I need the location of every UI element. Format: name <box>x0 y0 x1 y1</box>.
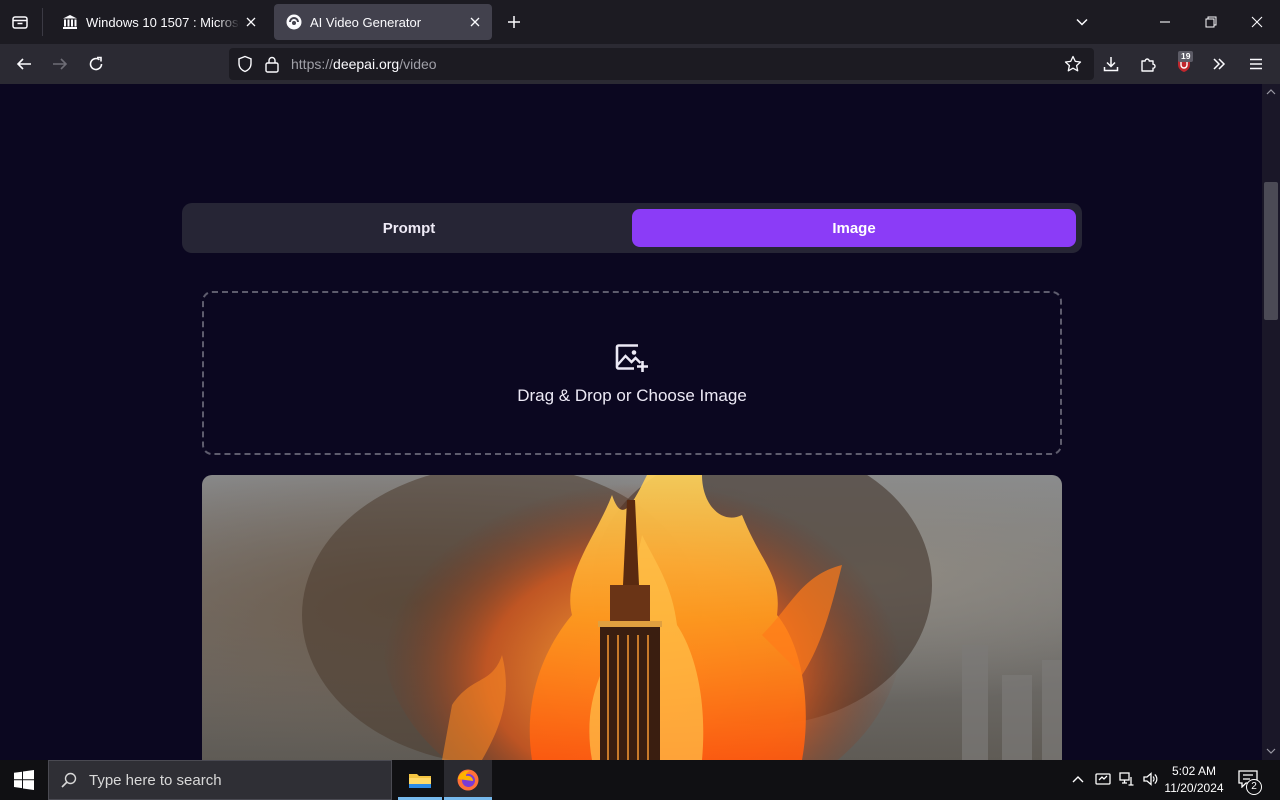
url-path: /video <box>399 56 437 72</box>
scroll-down-arrow-icon[interactable] <box>1266 747 1276 755</box>
tab-separator <box>42 8 43 36</box>
volume-icon[interactable] <box>1142 771 1158 787</box>
back-arrow-icon[interactable] <box>8 48 40 80</box>
notification-count-badge: 2 <box>1246 779 1262 795</box>
clock-date: 11/20/2024 <box>1164 781 1224 795</box>
search-icon <box>61 772 77 788</box>
extensions-puzzle-icon[interactable] <box>1132 48 1164 80</box>
bookmark-star-icon[interactable] <box>1064 55 1082 73</box>
url-scheme: https:// <box>291 56 334 72</box>
tracking-protection-shield-icon[interactable] <box>236 55 254 73</box>
uploaded-image-preview <box>202 475 1062 760</box>
show-hidden-icons-chevron-icon[interactable] <box>1071 773 1085 785</box>
close-tab-icon[interactable] <box>240 11 262 33</box>
dropzone-label: Drag & Drop or Choose Image <box>517 386 747 405</box>
firefox-taskbar-button[interactable] <box>444 760 492 800</box>
taskbar-clock[interactable]: 5:02 AM 11/20/2024 <box>1160 763 1228 797</box>
tab-ai-video-generator[interactable]: AI Video Generator <box>274 4 492 40</box>
restore-window-icon[interactable] <box>1195 6 1227 38</box>
downloads-icon[interactable] <box>1095 48 1127 80</box>
padlock-icon[interactable] <box>264 55 280 73</box>
hamburger-menu-icon[interactable] <box>1240 48 1272 80</box>
scroll-up-arrow-icon[interactable] <box>1266 88 1276 96</box>
tab-windows-10[interactable]: Windows 10 1507 : Microsoft : F <box>50 4 268 40</box>
windows-start-icon[interactable] <box>14 770 34 790</box>
prompt-tab-button[interactable]: Prompt <box>188 209 630 247</box>
deepai-logo-icon <box>286 14 302 30</box>
folder-icon <box>409 774 431 788</box>
url-domain: deepai.org <box>333 56 400 72</box>
file-explorer-taskbar-button[interactable] <box>398 760 442 800</box>
url-text[interactable]: https://deepai.org/video <box>291 56 437 72</box>
close-window-icon[interactable] <box>1241 6 1273 38</box>
forward-arrow-icon[interactable] <box>44 48 76 80</box>
clock-time: 5:02 AM <box>1171 764 1217 778</box>
scrollbar-thumb[interactable] <box>1264 182 1278 320</box>
library-icon <box>62 14 78 30</box>
search-placeholder: Type here to search <box>89 771 222 789</box>
image-tab-button[interactable]: Image <box>632 209 1076 247</box>
reload-icon[interactable] <box>80 48 112 80</box>
list-all-tabs-icon[interactable] <box>1066 6 1098 38</box>
tab-title: Windows 10 1507 : Microsoft : F <box>86 14 240 30</box>
close-tab-icon[interactable] <box>464 11 486 33</box>
network-icon[interactable] <box>1119 771 1135 787</box>
new-tab-icon[interactable] <box>498 6 530 38</box>
add-image-icon <box>614 342 650 374</box>
tab-list-icon[interactable] <box>4 6 36 38</box>
tab-title: AI Video Generator <box>310 14 422 30</box>
extension-badge: 19 <box>1178 51 1194 62</box>
minimize-icon[interactable] <box>1149 6 1181 38</box>
overflow-chevrons-icon[interactable] <box>1203 48 1235 80</box>
taskbar-search-box[interactable]: Type here to search <box>48 760 392 800</box>
firefox-icon <box>457 769 479 791</box>
security-tray-icon[interactable] <box>1095 771 1111 787</box>
